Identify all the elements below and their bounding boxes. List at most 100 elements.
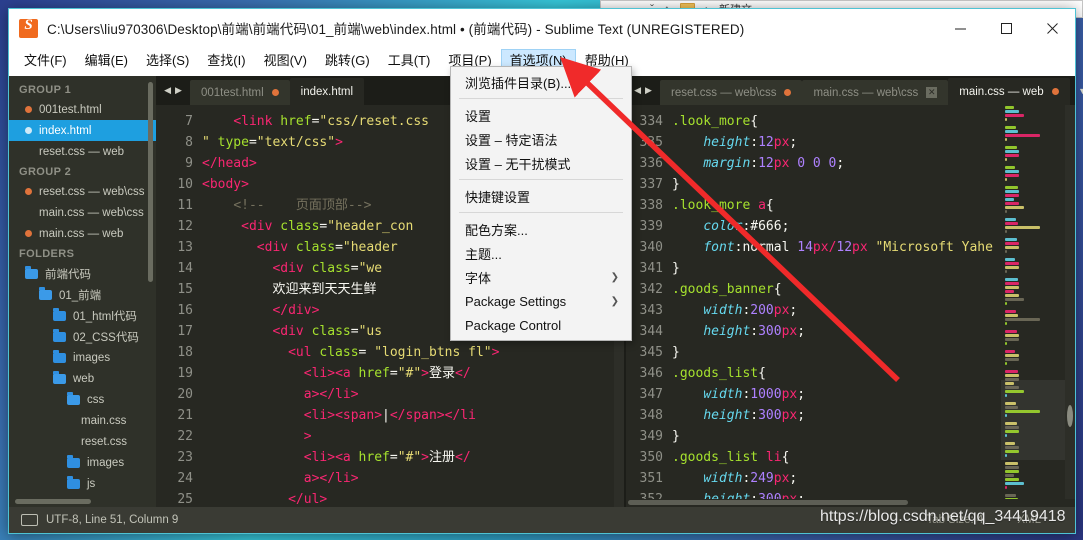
sidebar-folder-item-4[interactable]: images bbox=[9, 347, 156, 368]
sidebar-horizontal-scrollbar[interactable] bbox=[15, 499, 91, 504]
code-token: href bbox=[350, 450, 390, 465]
close-button[interactable] bbox=[1029, 9, 1075, 47]
code-line[interactable]: > bbox=[202, 426, 550, 447]
sidebar-folder-item-9[interactable]: images bbox=[9, 452, 156, 473]
code-line[interactable]: width:200px; bbox=[672, 300, 1001, 321]
code-line[interactable]: .look_more a{ bbox=[672, 195, 1001, 216]
code-line[interactable]: height:300px; bbox=[672, 321, 1001, 342]
code-line[interactable]: <li><a href="#">登录</ bbox=[202, 363, 550, 384]
menu-option-6[interactable]: 主题... bbox=[451, 241, 631, 265]
code-token: "text/css" bbox=[256, 135, 336, 150]
sidebar-open-file-1-0[interactable]: reset.css — web\css bbox=[9, 181, 156, 202]
sidebar-open-file-1-1[interactable]: main.css — web\css bbox=[9, 202, 156, 223]
code-line[interactable]: } bbox=[672, 258, 1001, 279]
menu-option-5[interactable]: 配色方案... bbox=[451, 217, 631, 241]
tab-left-1[interactable]: index.html bbox=[289, 78, 365, 105]
code-content-right[interactable]: .look_more{ height:12px; margin:12px 0 0… bbox=[672, 105, 1001, 499]
sidebar-open-file-0-1[interactable]: index.html bbox=[9, 120, 156, 141]
sidebar-folder-item-7[interactable]: main.css bbox=[9, 410, 156, 431]
menu-item-0[interactable]: 文件(F) bbox=[15, 49, 76, 73]
code-token: </span></li bbox=[389, 408, 476, 423]
code-line[interactable]: <ul class= "login_btns fl"> bbox=[202, 342, 550, 363]
minimap-line bbox=[1005, 270, 1007, 273]
code-line[interactable]: width:1000px; bbox=[672, 384, 1001, 405]
code-line[interactable]: .goods_list{ bbox=[672, 363, 1001, 384]
menu-item-1[interactable]: 编辑(E) bbox=[76, 49, 137, 73]
menu-option-0[interactable]: 浏览插件目录(B)... bbox=[451, 70, 631, 94]
code-line[interactable]: font:normal 14px/12px "Microsoft Yahe bbox=[672, 237, 1001, 258]
code-line[interactable]: margin:12px 0 0 0; bbox=[672, 153, 1001, 174]
chevron-down-icon[interactable]: ▼ bbox=[1070, 76, 1083, 105]
menu-option-3[interactable]: 设置 – 无干扰模式 bbox=[451, 151, 631, 175]
sidebar-folder-item-5[interactable]: web bbox=[9, 368, 156, 389]
sidebar-folder-label: reset.css bbox=[81, 435, 128, 448]
code-line[interactable]: height:12px; bbox=[672, 132, 1001, 153]
sidebar-folder-item-3[interactable]: 02_CSS代码 bbox=[9, 326, 156, 347]
sidebar-folder-item-1[interactable]: 01_前端 bbox=[9, 284, 156, 305]
tab-right-0[interactable]: reset.css — web\css bbox=[660, 80, 803, 105]
sidebar-open-file-0-2[interactable]: reset.css — web bbox=[9, 141, 156, 162]
menu-option-label: Package Control bbox=[465, 317, 562, 333]
code-area-right[interactable]: 334 335 336 337 338 339 340 341 342 343 344 345 346 3… bbox=[626, 105, 1075, 499]
sidebar-folder-item-2[interactable]: 01_html代码 bbox=[9, 305, 156, 326]
menu-item-2[interactable]: 选择(S) bbox=[137, 49, 198, 73]
sidebar-open-file-1-2[interactable]: main.css — web bbox=[9, 223, 156, 244]
tab-list-right: reset.css — web\css main.css — web\css ✕ ma… bbox=[660, 78, 1070, 105]
menu-item-6[interactable]: 工具(T) bbox=[379, 49, 440, 73]
code-line[interactable]: <li><a href="#">注册</ bbox=[202, 447, 550, 468]
code-line[interactable]: } bbox=[672, 342, 1001, 363]
tab-modified-dot-icon[interactable] bbox=[1051, 88, 1059, 95]
tab-prev-icon[interactable]: ◀ bbox=[164, 85, 171, 96]
code-line[interactable]: .goods_banner{ bbox=[672, 279, 1001, 300]
menu-option-7[interactable]: 字体 ❯ bbox=[451, 265, 631, 289]
minimap-line bbox=[1005, 290, 1015, 293]
sidebar-folder-item-6[interactable]: css bbox=[9, 389, 156, 410]
menu-option-2[interactable]: 设置 – 特定语法 bbox=[451, 127, 631, 151]
scrollbar-thumb-right[interactable] bbox=[1067, 405, 1073, 427]
menu-item-3[interactable]: 查找(I) bbox=[198, 49, 254, 73]
code-line[interactable]: height:300px; bbox=[672, 489, 1001, 499]
menu-option-9[interactable]: Package Control bbox=[451, 313, 631, 337]
code-line[interactable]: width:249px; bbox=[672, 468, 1001, 489]
code-line[interactable]: .look_more{ bbox=[672, 111, 1001, 132]
line-number: 22 bbox=[177, 429, 193, 444]
scrollbar-track-right[interactable] bbox=[1065, 105, 1075, 499]
menu-option-1[interactable]: 设置 bbox=[451, 103, 631, 127]
sidebar-open-file-0-0[interactable]: 001test.html bbox=[9, 99, 156, 120]
code-line[interactable]: .goods_list li{ bbox=[672, 447, 1001, 468]
menu-option-8[interactable]: Package Settings ❯ bbox=[451, 289, 631, 313]
code-token: class bbox=[303, 324, 351, 339]
sidebar-folder-item-8[interactable]: reset.css bbox=[9, 431, 156, 452]
horizontal-scrollbar-thumb-right[interactable] bbox=[628, 500, 908, 505]
tab-scroll-arrows-left[interactable]: ◀ ▶ bbox=[156, 76, 190, 105]
tab-right-2[interactable]: main.css — web bbox=[948, 78, 1070, 105]
tab-close-icon[interactable]: ✕ bbox=[926, 87, 938, 98]
code-line[interactable]: </ul> bbox=[202, 489, 550, 507]
menu-item-5[interactable]: 跳转(G) bbox=[316, 49, 379, 73]
code-line[interactable]: } bbox=[672, 174, 1001, 195]
tab-modified-dot-icon[interactable] bbox=[784, 89, 792, 96]
code-token: 注册 bbox=[429, 450, 456, 465]
minimap-right[interactable] bbox=[1001, 105, 1065, 499]
code-line[interactable]: } bbox=[672, 426, 1001, 447]
tab-left-0[interactable]: 001test.html bbox=[190, 80, 290, 105]
minimize-button[interactable] bbox=[937, 9, 983, 47]
tab-modified-dot-icon[interactable] bbox=[271, 89, 279, 96]
maximize-button[interactable] bbox=[983, 9, 1029, 47]
code-line[interactable]: a></li> bbox=[202, 384, 550, 405]
sidebar-folder-item-0[interactable]: 前端代码 bbox=[9, 263, 156, 284]
sidebar-folder-item-10[interactable]: js bbox=[9, 473, 156, 494]
tab-next-icon[interactable]: ▶ bbox=[645, 85, 652, 96]
code-line[interactable]: height:300px; bbox=[672, 405, 1001, 426]
horizontal-scrollbar-right[interactable] bbox=[626, 499, 1075, 507]
code-line[interactable]: <li><span>|</span></li bbox=[202, 405, 550, 426]
tab-prev-icon[interactable]: ◀ bbox=[634, 85, 641, 96]
code-line[interactable]: a></li> bbox=[202, 468, 550, 489]
tab-right-1[interactable]: main.css — web\css ✕ bbox=[802, 80, 949, 105]
sidebar-vertical-scrollbar[interactable] bbox=[148, 82, 153, 282]
tab-next-icon[interactable]: ▶ bbox=[175, 85, 182, 96]
menu-option-4[interactable]: 快捷键设置 bbox=[451, 184, 631, 208]
menu-item-4[interactable]: 视图(V) bbox=[255, 49, 316, 73]
code-line[interactable]: color:#666; bbox=[672, 216, 1001, 237]
